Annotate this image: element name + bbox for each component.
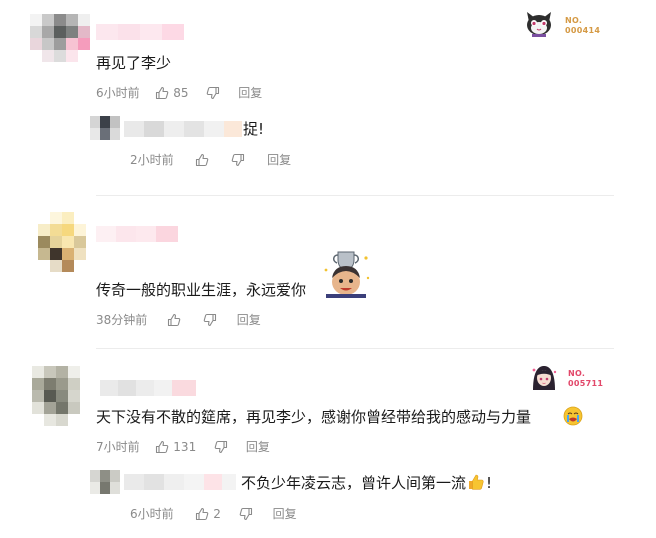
reply-button[interactable]: 回复: [237, 313, 261, 327]
badge-label: NO.: [565, 16, 583, 25]
timestamp: 2小时前: [130, 153, 174, 167]
thumbs-down-icon: [203, 313, 216, 327]
dislike-button[interactable]: [239, 507, 257, 521]
reply-button[interactable]: 回复: [273, 507, 297, 521]
reply-meta: 6小时前 2 回复: [130, 506, 297, 522]
reply-username[interactable]: [124, 474, 236, 490]
fan-badge[interactable]: NO. 005711: [528, 362, 618, 394]
thumbs-down-icon: [232, 153, 245, 167]
crying-emoji-icon: [563, 406, 583, 426]
comment-meta: 6小时前 85 回复: [96, 85, 262, 101]
avatar[interactable]: [38, 212, 86, 272]
like-count: 2: [213, 507, 221, 521]
username[interactable]: [96, 226, 178, 242]
thumbs-up-icon: [196, 507, 209, 521]
username[interactable]: [100, 380, 196, 396]
reply-meta: 2小时前 回复: [130, 152, 291, 168]
thumbs-up-icon: [156, 86, 169, 100]
anime-girl-avatar-icon: [532, 366, 557, 390]
reply-avatar[interactable]: [90, 116, 120, 140]
like-button[interactable]: 131: [155, 440, 200, 454]
reply-text-body: 不负少年凌云志，曾许人间第一流: [241, 474, 467, 492]
like-button[interactable]: 85: [155, 86, 192, 100]
thumbs-up-icon: [168, 313, 181, 327]
divider: [96, 195, 614, 196]
reply-text: 捉!: [243, 120, 265, 138]
divider: [96, 348, 614, 349]
like-button[interactable]: [167, 313, 185, 327]
dislike-button[interactable]: [231, 153, 249, 167]
cat-mascot-icon: [527, 12, 551, 37]
comment-text: 天下没有不散的筵席，再见李少，感谢你曾经带给我的感动与力量: [96, 408, 532, 426]
reply-button[interactable]: 回复: [238, 86, 262, 100]
dislike-button[interactable]: [214, 440, 232, 454]
thumbs-down-icon: [239, 507, 252, 521]
like-count: 131: [173, 440, 197, 454]
comment-meta: 38分钟前 回复: [96, 312, 261, 328]
timestamp: 6小时前: [130, 507, 174, 521]
like-button[interactable]: 2: [195, 507, 224, 521]
reply-text: 不负少年凌云志，曾许人间第一流!: [241, 473, 492, 493]
reply-avatar[interactable]: [90, 470, 120, 494]
thumbs-down-icon: [214, 440, 228, 454]
thumbs-up-icon: [156, 440, 169, 454]
comment-meta: 7小时前 131 回复: [96, 439, 270, 455]
timestamp: 7小时前: [96, 440, 140, 454]
badge-number: 000414: [565, 26, 601, 35]
avatar[interactable]: [30, 14, 90, 62]
reply-button[interactable]: 回复: [246, 440, 270, 454]
timestamp: 38分钟前: [96, 313, 148, 327]
thumbs-down-icon: [207, 86, 220, 100]
reply-text-suffix: !: [486, 474, 493, 492]
like-count: 85: [173, 86, 189, 100]
like-button[interactable]: [195, 153, 213, 167]
comment-text: 再见了李少: [96, 54, 172, 72]
username[interactable]: [96, 24, 184, 40]
dislike-button[interactable]: [203, 313, 221, 327]
badge-label: NO.: [568, 369, 586, 378]
comment-text: 传奇一般的职业生涯，永远爱你: [96, 281, 307, 299]
avatar[interactable]: [32, 366, 80, 426]
trophy-emoji-icon: [324, 251, 370, 298]
thumbs-up-icon: [196, 153, 209, 167]
reply-button[interactable]: 回复: [267, 153, 291, 167]
dislike-button[interactable]: [206, 86, 224, 100]
badge-number: 005711: [568, 379, 604, 388]
thumbs-up-emoji-icon: [469, 474, 484, 490]
reply-username[interactable]: [124, 121, 242, 137]
fan-badge[interactable]: NO. 000414: [523, 8, 613, 40]
timestamp: 6小时前: [96, 86, 140, 100]
